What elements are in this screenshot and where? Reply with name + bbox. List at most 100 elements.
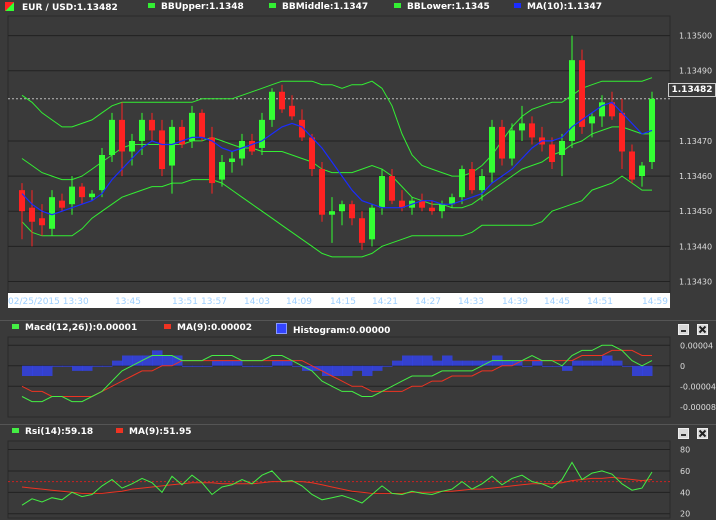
macd-chart[interactable]: 0.00004 0 -0.00004 -0.00008 [0, 321, 716, 419]
histogram-bar [212, 360, 223, 366]
bb-lower-line [21, 175, 652, 258]
x-tick-label: 13:45 [115, 297, 141, 307]
ma10-line [21, 101, 653, 216]
candle-body [319, 169, 325, 215]
histogram-bar [462, 360, 473, 366]
plot-frame [7, 440, 671, 519]
histogram-bar [122, 355, 133, 366]
candle-body [499, 126, 505, 159]
candle-body [169, 126, 175, 166]
x-tick-label: 14:21 [372, 297, 398, 307]
candle-body [629, 151, 635, 180]
y-tick-label: 0 [680, 362, 685, 371]
candle-body [619, 112, 625, 152]
histogram-bar [562, 365, 573, 371]
histogram-bar [342, 365, 353, 376]
candle-body [229, 158, 235, 163]
candle-body [119, 119, 125, 152]
rsi-grid [7, 440, 671, 519]
histogram-bar [432, 360, 443, 366]
y-tick-label: 40 [680, 488, 690, 497]
x-tick-label: 14:27 [415, 297, 441, 307]
y-tick-label: 1.13450 [679, 207, 712, 216]
histogram-bar [42, 365, 53, 376]
candle-body [639, 165, 645, 177]
y-tick-label: -0.00008 [680, 403, 716, 412]
histogram-bar [82, 365, 93, 371]
candle-body [259, 119, 265, 148]
macd-grid [7, 336, 671, 418]
y-tick-label: 1.13470 [679, 137, 712, 146]
candles [19, 35, 655, 250]
y-tick-label: -0.00004 [680, 382, 716, 391]
rsi-ma-line [21, 476, 653, 494]
histogram-bar [532, 360, 543, 366]
plot-frame [7, 336, 671, 418]
candle-body [579, 60, 585, 127]
histogram-bar [322, 365, 333, 376]
y-tick-label: 80 [680, 446, 690, 455]
histogram-bar [142, 355, 153, 366]
candle-body [519, 123, 525, 131]
rsi-y-axis: 80 60 40 20 [680, 446, 690, 519]
candle-body [559, 140, 565, 155]
candle-body [29, 207, 35, 222]
histogram-bar [542, 365, 553, 367]
bollinger-bands [21, 77, 653, 258]
histogram-bar [552, 365, 563, 367]
histogram-bar [202, 365, 213, 367]
candle-body [309, 137, 315, 170]
candle-body [459, 169, 465, 198]
rsi-line [21, 461, 653, 506]
candle-body [79, 186, 85, 198]
histogram-bar [222, 360, 233, 366]
candle-body [159, 130, 165, 170]
histogram-bar [412, 355, 423, 366]
candle-body [379, 176, 385, 208]
candle-body [199, 112, 205, 138]
histogram-bar [72, 365, 83, 371]
rsi-lines [21, 461, 653, 506]
candle-body [469, 169, 475, 191]
candle-body [549, 144, 555, 163]
y-tick-label: 0.00004 [680, 341, 713, 350]
candle-body [59, 200, 65, 208]
time-axis: 02/25/2015 13:30 13:45 13:51 13:57 14:03 14:0… [8, 293, 670, 308]
histogram-bar [452, 360, 463, 366]
histogram-bar [62, 365, 73, 367]
y-tick-label: 60 [680, 467, 690, 476]
candle-body [109, 119, 115, 155]
histogram-bar [262, 365, 273, 367]
histogram-bar [382, 365, 393, 367]
histogram-bar [572, 360, 583, 366]
candle-body [289, 105, 295, 117]
axis-bg [671, 16, 716, 296]
rsi-chart[interactable]: 80 60 40 20 [0, 425, 716, 520]
histogram-bar [22, 365, 33, 376]
candle-body [19, 190, 25, 212]
histogram-bar [472, 360, 483, 366]
histogram-bar [242, 365, 253, 367]
candle-body [69, 186, 75, 205]
histogram-bar [622, 365, 633, 367]
x-tick-label: 13:51 [172, 297, 198, 307]
histogram-bar [582, 360, 593, 366]
price-grid [7, 15, 671, 294]
histogram-bar [292, 365, 303, 367]
x-tick-label: 14:09 [286, 297, 312, 307]
histogram-bar [392, 360, 403, 366]
candle-body [279, 91, 285, 110]
histogram-bar [402, 355, 413, 366]
y-tick-label: 20 [680, 510, 690, 519]
histogram-bar [352, 365, 363, 371]
price-chart[interactable]: 1.13500 1.13490 1.13470 1.13460 1.13450 1.134… [0, 0, 716, 308]
histogram-bar [612, 360, 623, 366]
histogram-bar [632, 365, 643, 376]
macd-y-axis: 0.00004 0 -0.00004 -0.00008 [680, 341, 716, 412]
current-price-label: 1.13482 [668, 83, 716, 97]
candle-body [139, 119, 145, 141]
candle-body [209, 137, 215, 184]
histogram-bar [232, 360, 243, 366]
y-tick-label: 1.13490 [679, 67, 712, 76]
histogram-bar [92, 365, 103, 367]
